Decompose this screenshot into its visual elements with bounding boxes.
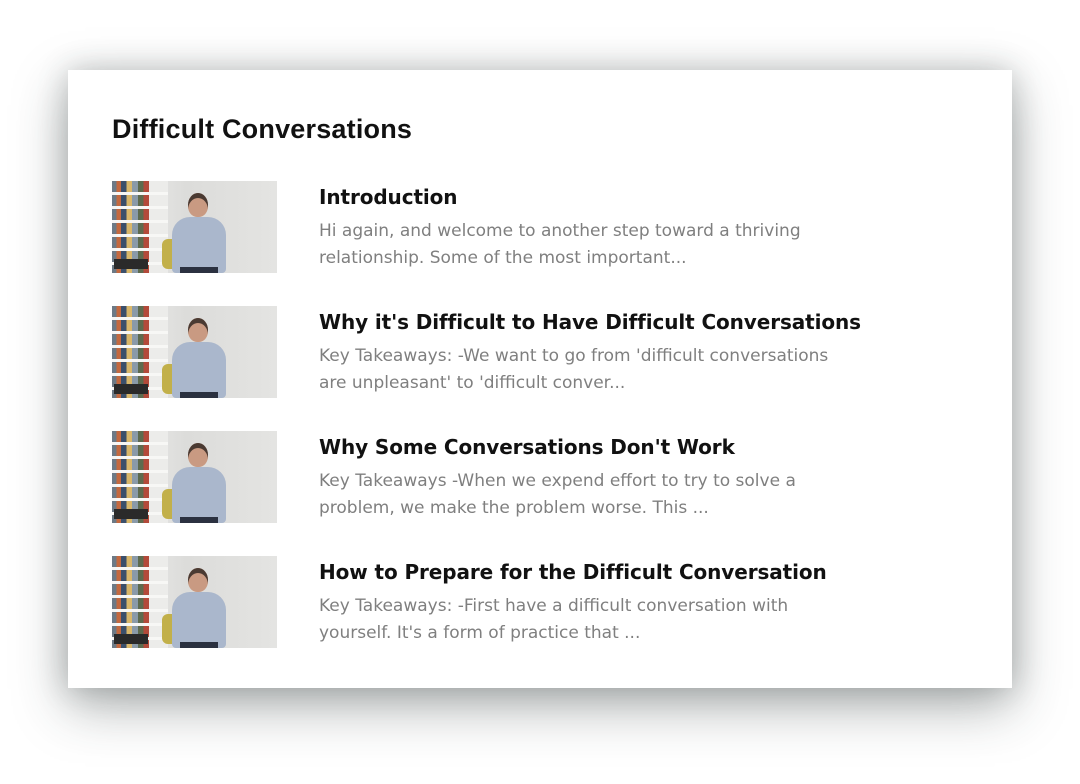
video-thumbnail[interactable]	[112, 556, 277, 648]
lesson-description: Hi again, and welcome to another step to…	[319, 221, 801, 268]
lesson-item[interactable]: Why it's Difficult to Have Difficult Con…	[112, 306, 968, 398]
presenter-body	[172, 592, 226, 648]
lesson-text: Why it's Difficult to Have Difficult Con…	[319, 306, 861, 397]
lesson-title[interactable]: How to Prepare for the Difficult Convers…	[319, 558, 849, 586]
lesson-item[interactable]: Why Some Conversations Don't Work Key Ta…	[112, 431, 968, 523]
presenter-head	[188, 568, 208, 592]
bookshelf-graphic	[112, 181, 168, 273]
presenter-head	[188, 318, 208, 342]
presenter-head	[188, 443, 208, 467]
presenter-body	[172, 342, 226, 398]
lesson-text: How to Prepare for the Difficult Convers…	[319, 556, 849, 647]
lesson-item[interactable]: How to Prepare for the Difficult Convers…	[112, 556, 968, 648]
video-thumbnail[interactable]	[112, 181, 277, 273]
video-thumbnail[interactable]	[112, 431, 277, 523]
video-thumbnail[interactable]	[112, 306, 277, 398]
presenter-body	[172, 467, 226, 523]
bookshelf-graphic	[112, 556, 168, 648]
course-card: Difficult Conversations Introduction Hi …	[68, 70, 1012, 688]
lesson-description: Key Takeaways: -We want to go from 'diff…	[319, 346, 829, 393]
lesson-text: Introduction Hi again, and welcome to an…	[319, 181, 849, 272]
lesson-description: Key Takeaways: -First have a difficult c…	[319, 596, 789, 643]
lesson-title[interactable]: Why it's Difficult to Have Difficult Con…	[319, 308, 861, 336]
presenter-head	[188, 193, 208, 217]
lesson-title[interactable]: Introduction	[319, 183, 849, 211]
lesson-text: Why Some Conversations Don't Work Key Ta…	[319, 431, 849, 522]
lesson-item[interactable]: Introduction Hi again, and welcome to an…	[112, 181, 968, 273]
bookshelf-graphic	[112, 306, 168, 398]
presenter-body	[172, 217, 226, 273]
bookshelf-graphic	[112, 431, 168, 523]
lesson-title[interactable]: Why Some Conversations Don't Work	[319, 433, 849, 461]
lesson-description: Key Takeaways -When we expend effort to …	[319, 471, 796, 518]
lesson-list: Introduction Hi again, and welcome to an…	[112, 181, 968, 648]
course-title: Difficult Conversations	[112, 114, 413, 144]
